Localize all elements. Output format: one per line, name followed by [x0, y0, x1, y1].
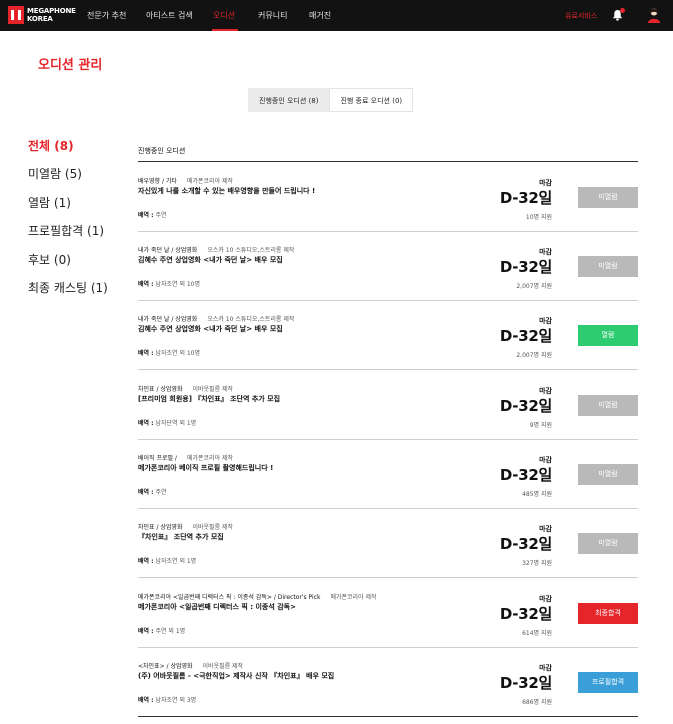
audition-item[interactable]: 메가폰코리아 <일곱번째 디렉터스 픽 : 이종석 감독> / Director… [138, 578, 638, 648]
audition-item[interactable]: 내가 죽던 날 / 상업영화 오스카 10 스튜디오,스트리롱 제작 김혜수 주연… [138, 231, 638, 301]
role-label: 배역 : [138, 212, 154, 219]
audition-title[interactable]: 김혜수 주연 상업영화 <내가 죽던 날> 배우 모집 [138, 324, 283, 334]
audition-company: 오스카 10 스튜디오,스트리롱 제작 [207, 316, 295, 323]
audition-dday: D-32일 [499, 605, 552, 623]
filter-candidate[interactable]: 후보 (0) [28, 251, 71, 268]
tab-ended-auditions[interactable]: 진행 종료 오디션 (0) [329, 88, 414, 112]
audition-category: 내가 죽던 날 / 상업영화 [138, 316, 198, 323]
status-badge[interactable]: 프로필합격 [578, 672, 638, 693]
audition-title[interactable]: 메가폰코리아 <일곱번째 디렉터스 픽 : 이종석 감독> [138, 602, 296, 612]
role-label: 배역 : [138, 628, 154, 635]
audition-company: 이바웃필름 제작 [192, 386, 234, 393]
status-badge[interactable]: 미열람 [578, 395, 638, 416]
audition-company: 메가폰코리아 제작 [186, 178, 234, 185]
applicant-count: 485명 지원 [522, 491, 552, 498]
applicant-count: 9명 지원 [529, 422, 552, 429]
audition-role: 남자조연 외 10명 [155, 281, 201, 288]
audition-title[interactable]: 자신있게 나를 소개할 수 있는 배우영향을 만들어 드립니다 ! [138, 186, 315, 196]
logo-text-line2: KOREA [27, 15, 53, 23]
status-badge[interactable]: 미열람 [578, 464, 638, 485]
nav-expert-recommend[interactable]: 전문가 추천 [87, 10, 126, 21]
audition-category: 내가 죽던 날 / 상업영화 [138, 247, 198, 254]
role-label: 배역 : [138, 558, 154, 565]
audition-role: 남자단역 외 1명 [155, 420, 197, 427]
audition-item[interactable]: <차인표> / 상업영화 이바웃필름 제작 (주) 어바웃필름 - <극한직업> … [138, 647, 638, 717]
status-badge[interactable]: 최종합격 [578, 603, 638, 624]
audition-item[interactable]: 내가 죽던 날 / 상업영화 오스카 10 스튜디오,스트리롱 제작 김혜수 주연… [138, 300, 638, 370]
applicant-count: 10명 지원 [525, 214, 552, 221]
filter-unread[interactable]: 미열람 (5) [28, 165, 82, 182]
status-badge[interactable]: 열람 [578, 325, 638, 346]
filter-final-casting[interactable]: 최종 캐스팅 (1) [28, 279, 108, 296]
audition-category: 차인표 / 상업영화 [138, 524, 183, 531]
notification-dot [620, 8, 625, 13]
audition-role: 남자조연 외 1명 [155, 558, 197, 565]
audition-status-tabs: 진행중인 오디션 (8) 진행 종료 오디션 (0) [248, 88, 414, 112]
audition-company: 메가폰코리아 제작 [186, 455, 234, 462]
audition-dday: D-32일 [499, 535, 552, 553]
status-badge[interactable]: 미열람 [578, 187, 638, 208]
filter-profile-pass[interactable]: 프로필합격 (1) [28, 222, 104, 239]
audition-category: 차인표 / 상업영화 [138, 386, 183, 393]
audition-item[interactable]: 베이직 프로필 / 메가폰코리아 제작 메가폰코리아 베이직 프로필 촬영해드립니… [138, 439, 638, 509]
audition-role: 주연 [155, 489, 167, 496]
audition-role: 남자조연 외 10명 [155, 350, 201, 357]
audition-company: 이바웃필름 제작 [192, 524, 234, 531]
audition-dday: D-32일 [499, 674, 552, 692]
status-badge[interactable]: 미열람 [578, 256, 638, 277]
audition-dday: D-32일 [499, 327, 552, 345]
audition-category: 메가폰코리아 <일곱번째 디렉터스 픽 : 이종석 감독> / Director… [138, 594, 321, 601]
megaphone-korea-logo[interactable]: MEGAPHONE KOREA [8, 6, 76, 25]
audition-dday: D-32일 [499, 189, 552, 207]
megaphone-logo-icon [8, 6, 24, 24]
status-badge[interactable]: 미열람 [578, 533, 638, 554]
applicant-count: 327명 지원 [522, 560, 552, 567]
applicant-count: 686명 지원 [522, 699, 552, 706]
page-title: 오디션 관리 [38, 58, 103, 73]
applicant-count: 614명 지원 [522, 630, 552, 637]
applicant-count: 2,007명 지원 [516, 352, 552, 359]
nav-artist-search[interactable]: 아티스트 검색 [146, 10, 193, 21]
role-label: 배역 : [138, 697, 154, 704]
role-label: 배역 : [138, 420, 154, 427]
audition-role: 주연 외 1명 [155, 628, 186, 635]
audition-category: 베이직 프로필 / [138, 455, 177, 462]
nav-community[interactable]: 커뮤니티 [258, 10, 287, 21]
top-navigation-bar: MEGAPHONE KOREA 전문가 추천 아티스트 검색 오디션 커뮤니티 … [0, 0, 673, 31]
filter-all[interactable]: 전체 (8) [28, 137, 74, 154]
audition-title[interactable]: 김혜수 주연 상업영화 <내가 죽던 날> 배우 모집 [138, 255, 283, 265]
list-title: 진행중인 오디션 [138, 147, 186, 155]
nav-magazine[interactable]: 매거진 [309, 10, 331, 21]
role-label: 배역 : [138, 281, 154, 288]
nav-active-indicator [212, 29, 238, 31]
audition-company: 메가폰코리아 제작 [330, 594, 377, 601]
audition-item[interactable]: 차인표 / 상업영화 이바웃필름 제작 『차인표』 조단역 추가 모집 배역 : … [138, 508, 638, 578]
audition-title[interactable]: 『차인표』 조단역 추가 모집 [138, 532, 224, 542]
audition-category: 배우영향 / 기타 [138, 178, 177, 185]
role-label: 배역 : [138, 350, 154, 357]
audition-dday: D-32일 [499, 466, 552, 484]
audition-title[interactable]: 메가폰코리아 베이직 프로필 촬영해드립니다 ! [138, 463, 273, 473]
audition-title[interactable]: (주) 어바웃필름 - <극한직업> 제작사 신작 『차인표』 배우 모집 [138, 671, 334, 681]
paid-service-link[interactable]: 유료서비스 [565, 11, 597, 21]
audition-company: 오스카 10 스튜디오,스트리롱 제작 [207, 247, 295, 254]
role-label: 배역 : [138, 489, 154, 496]
tab-ongoing-auditions[interactable]: 진행중인 오디션 (8) [248, 88, 330, 112]
audition-role: 남자조연 외 3명 [155, 697, 197, 704]
nav-audition[interactable]: 오디션 [213, 10, 235, 21]
audition-title[interactable]: [프리미엄 회원용] 『차인표』 조단역 추가 모집 [138, 394, 280, 404]
audition-role: 주연 [155, 212, 167, 219]
audition-item[interactable]: 배우영향 / 기타 메가폰코리아 제작 자신있게 나를 소개할 수 있는 배우영향… [138, 162, 638, 232]
audition-dday: D-32일 [499, 397, 552, 415]
user-avatar[interactable] [647, 7, 661, 23]
audition-dday: D-32일 [499, 258, 552, 276]
audition-company: 이바웃필름 제작 [202, 663, 244, 670]
audition-item[interactable]: 차인표 / 상업영화 이바웃필름 제작 [프리미엄 회원용] 『차인표』 조단역 … [138, 370, 638, 440]
applicant-count: 2,007명 지원 [516, 283, 552, 290]
audition-category: <차인표> / 상업영화 [138, 663, 193, 670]
logo-text-line1: MEGAPHONE [27, 7, 76, 15]
filter-opened[interactable]: 열람 (1) [28, 194, 71, 211]
